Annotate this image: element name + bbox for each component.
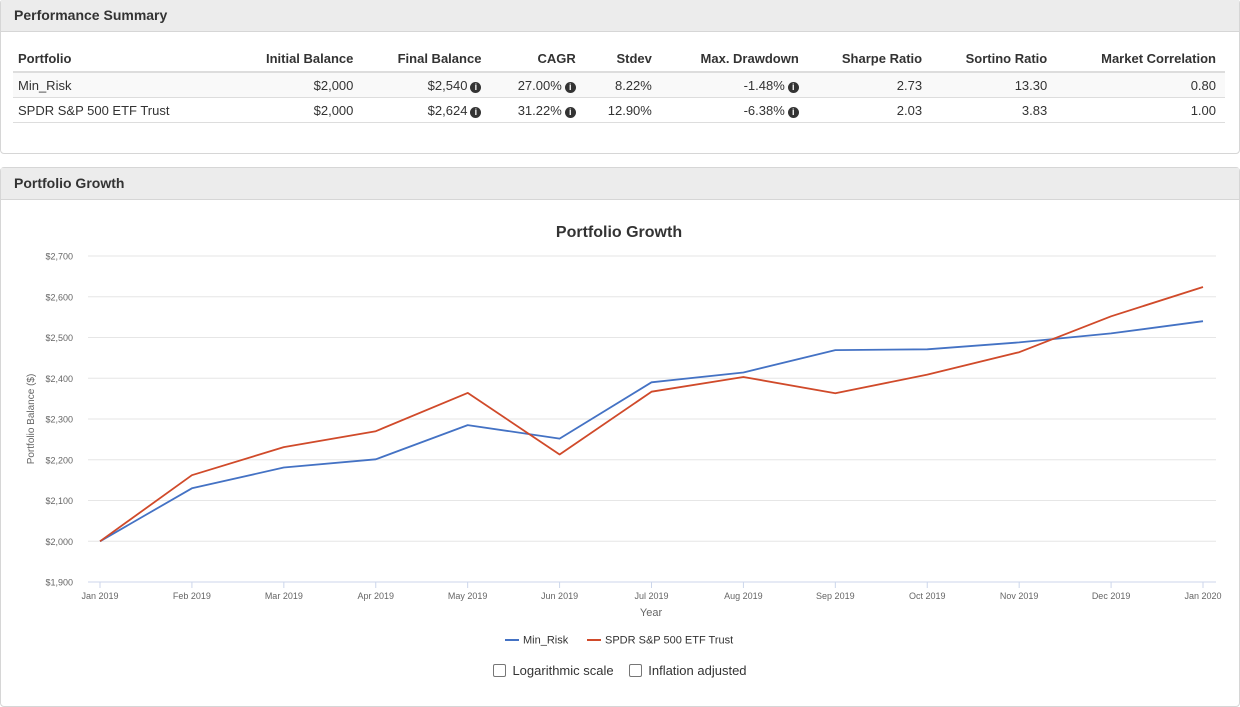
x-tick-label: May 2019 [448,591,488,601]
inflation-checkbox[interactable] [629,664,643,677]
log-scale-label: Logarithmic scale [512,663,614,678]
y-axis-title: Portfolio Balance ($) [26,374,37,465]
y-tick-label: $2,000 [45,537,73,547]
x-tick-label: Jun 2019 [541,591,578,601]
x-tick-label: Feb 2019 [173,591,211,601]
log-scale-option[interactable]: Logarithmic scale [493,663,614,678]
y-tick-label: $2,300 [45,415,73,425]
y-tick-label: $2,100 [45,496,73,506]
x-tick-label: Jul 2019 [634,591,668,601]
legend-label: SPDR S&P 500 ETF Trust [605,635,733,647]
x-tick-label: Aug 2019 [724,591,763,601]
x-tick-label: Jan 2019 [81,591,118,601]
x-tick-label: Sep 2019 [816,591,855,601]
y-tick-label: $2,600 [45,292,73,302]
y-tick-label: $1,900 [45,578,73,588]
y-tick-label: $2,400 [45,374,73,384]
x-tick-label: Jan 2020 [1184,591,1221,601]
x-tick-label: Mar 2019 [265,591,303,601]
series-line [99,286,1204,543]
portfolio-growth-chart: $1,900 $2,000 $2,100 $2,200 $2,300 $2,400 $2,5… [26,224,1222,647]
log-scale-checkbox[interactable] [493,664,507,677]
y-tick-label: $2,500 [45,333,73,343]
x-tick-label: Nov 2019 [1000,591,1039,601]
x-tick-label: Dec 2019 [1092,591,1131,601]
inflation-option[interactable]: Inflation adjusted [629,663,747,678]
legend-label: Min_Risk [523,635,569,647]
y-tick-label: $2,200 [45,455,73,465]
x-axis-title: Year [640,607,663,619]
chart-title: Portfolio Growth [556,224,682,241]
y-tick-label: $2,700 [45,252,73,262]
x-tick-label: Oct 2019 [909,591,946,601]
chart-options: Logarithmic scale Inflation adjusted [0,663,1240,680]
x-tick-label: Apr 2019 [357,591,394,601]
inflation-label: Inflation adjusted [648,663,747,678]
series-line [99,320,1204,543]
